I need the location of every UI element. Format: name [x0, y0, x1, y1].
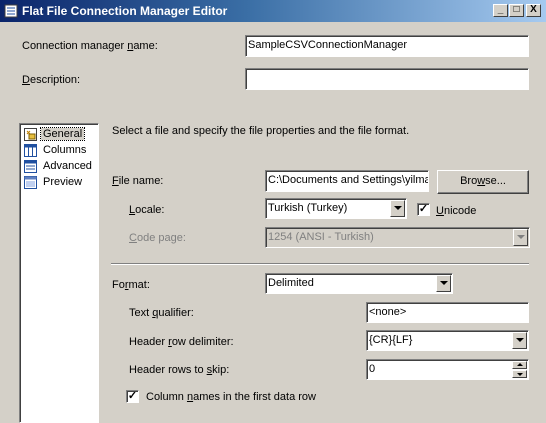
description-label: Description:	[22, 74, 81, 86]
maximize-button[interactable]: □	[509, 4, 524, 17]
locale-dropdown[interactable]: Turkish (Turkey)	[265, 198, 407, 219]
spin-down-icon[interactable]	[512, 370, 527, 378]
text-qualifier-label: Text qualifier:	[129, 307, 194, 319]
connection-name-input[interactable]: SampleCSVConnectionManager	[245, 35, 529, 57]
chevron-down-icon[interactable]	[390, 200, 405, 217]
file-name-label: File name:	[112, 175, 164, 187]
columns-icon	[24, 144, 37, 157]
instructions-text: Select a file and specify the file prope…	[112, 125, 410, 137]
browse-button[interactable]: Browse...	[437, 170, 529, 194]
unicode-label: Unicode	[436, 205, 477, 217]
section-divider	[111, 263, 529, 265]
format-label: Format:	[112, 279, 150, 291]
column-names-label: Column names in the first data row	[146, 391, 316, 403]
format-dropdown[interactable]: Delimited	[265, 273, 453, 294]
code-page-dropdown[interactable]: 1254 (ANSI - Turkish)	[265, 227, 530, 248]
locale-label: Locale:	[129, 204, 165, 216]
text-qualifier-input[interactable]: <none>	[366, 302, 529, 323]
page-nav-list: General Columns Advanced Preview	[19, 123, 99, 423]
spin-up-icon[interactable]	[512, 361, 527, 369]
connection-name-label: Connection manager name:	[22, 40, 158, 52]
close-button[interactable]: X	[526, 4, 541, 17]
chevron-down-icon[interactable]	[512, 332, 527, 349]
unicode-checkbox[interactable]: ✓	[417, 203, 430, 216]
chevron-down-icon[interactable]	[436, 275, 451, 292]
minimize-button[interactable]: _	[493, 4, 508, 17]
code-page-label: Code page:	[129, 232, 186, 244]
window-title: Flat File Connection Manager Editor	[22, 4, 228, 18]
description-input[interactable]	[245, 68, 529, 90]
header-rows-skip-stepper[interactable]: 0	[366, 359, 529, 380]
flat-file-icon	[4, 4, 18, 18]
header-row-delimiter-label: Header row delimiter:	[129, 336, 234, 348]
chevron-down-icon	[513, 229, 528, 246]
preview-icon	[24, 176, 37, 189]
title-bar: Flat File Connection Manager Editor _ □ …	[0, 0, 546, 22]
general-icon	[24, 128, 37, 141]
header-row-delimiter-dropdown[interactable]: {CR}{LF}	[366, 330, 529, 351]
file-name-input[interactable]: C:\Documents and Settings\yilma	[265, 170, 429, 192]
header-rows-skip-label: Header rows to skip:	[129, 364, 230, 376]
advanced-icon	[24, 160, 37, 173]
column-names-checkbox[interactable]: ✓	[126, 390, 139, 403]
